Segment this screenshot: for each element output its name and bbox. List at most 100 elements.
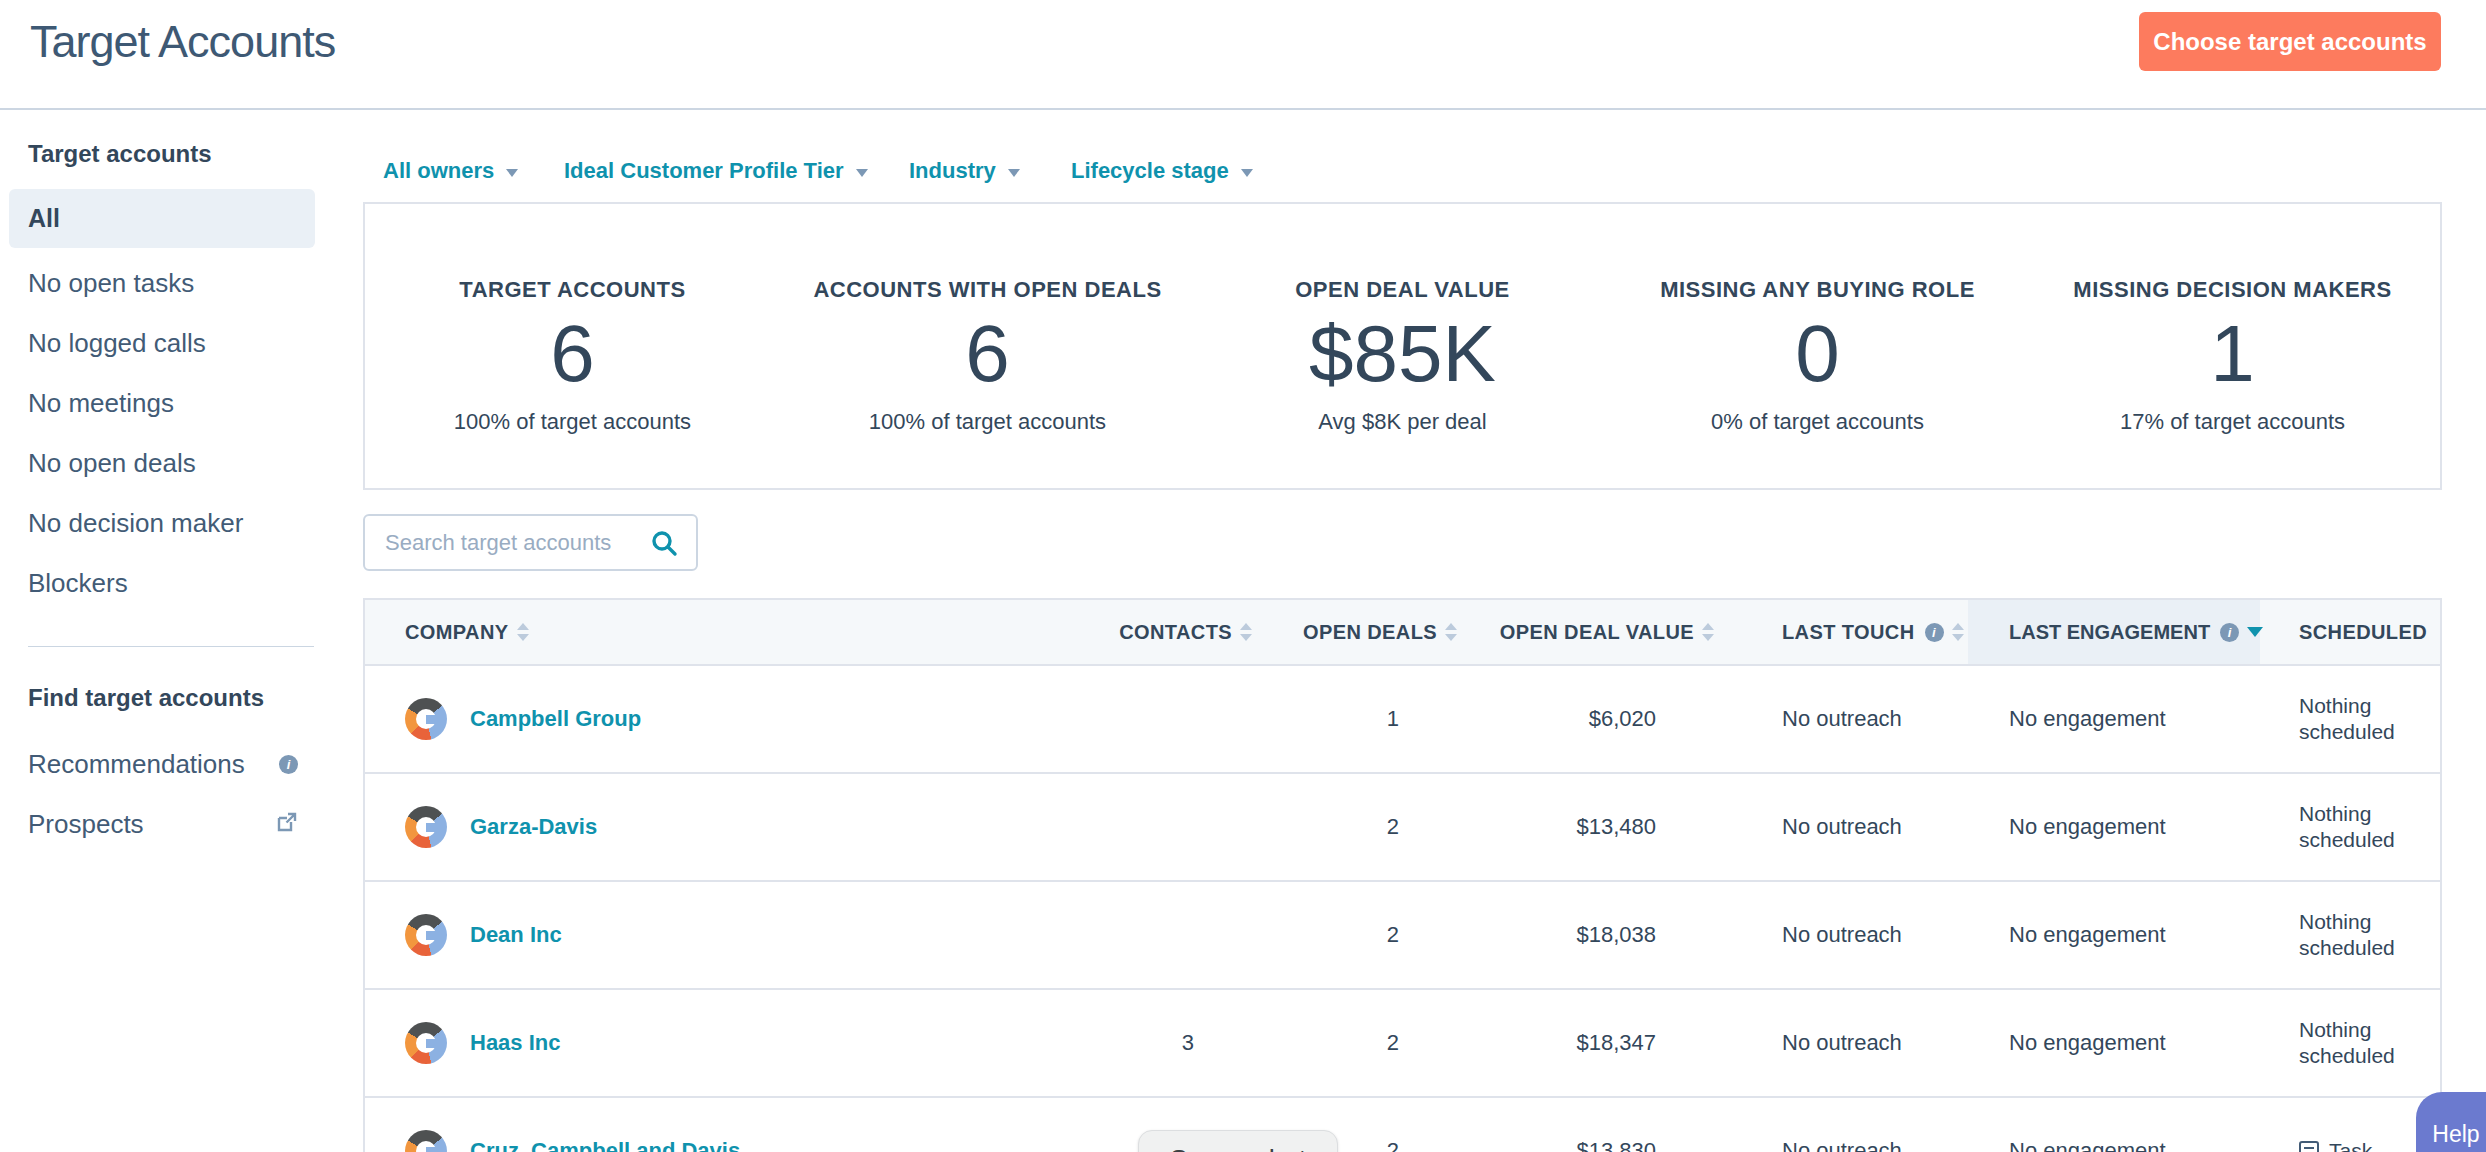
column-header-company[interactable]: COMPANY (365, 600, 1014, 664)
sidebar-item-blockers[interactable]: Blockers (0, 553, 363, 613)
open-deals-cell-value: 2 (1387, 1030, 1399, 1056)
sidebar-link-recommendations[interactable]: Recommendationsi (0, 734, 298, 794)
sidebar-item-no-decision-maker[interactable]: No decision maker (0, 493, 363, 553)
sidebar-item-no-meetings[interactable]: No meetings (0, 373, 363, 433)
open-deals-cell: 2 (1264, 990, 1469, 1096)
dropdown-caret-icon (506, 169, 518, 177)
scheduled-value: Nothing scheduled (2299, 801, 2409, 853)
sidebar-item-label: No logged calls (28, 328, 206, 359)
sidebar-link-label: Prospects (28, 809, 276, 840)
last-touch-cell-value: No outreach (1782, 1138, 1902, 1152)
stat-4: MISSING DECISION MAKERS117% of target ac… (2025, 204, 2440, 488)
table-row: Dean Inc2$18,038No outreachNo engagement… (365, 882, 2440, 990)
company-link[interactable]: Garza-Davis (470, 814, 597, 840)
sidebar-item-all[interactable]: All (9, 189, 315, 248)
sidebar-item-no-open-deals[interactable]: No open deals (0, 433, 363, 493)
filter-lifecycle-stage[interactable]: Lifecycle stage (1071, 158, 1253, 184)
search-icon[interactable] (650, 529, 678, 557)
stat-label: MISSING ANY BUYING ROLE (1610, 279, 2025, 301)
open-deals-cell: 2 (1264, 882, 1469, 988)
column-header-last-touch[interactable]: LAST TOUCHi (1726, 600, 1968, 664)
sidebar-item-no-open-tasks[interactable]: No open tasks (0, 253, 363, 313)
column-header-open-deal-value[interactable]: OPEN DEAL VALUE (1469, 600, 1726, 664)
contacts-cell (1014, 666, 1264, 772)
last-engagement-cell: No engagement (1968, 774, 2260, 880)
column-header-contacts[interactable]: CONTACTS (1014, 600, 1264, 664)
stat-subtext: 100% of target accounts (780, 409, 1195, 435)
screenshot-chip[interactable]: Screenshot (1138, 1130, 1338, 1152)
help-button-label: Help (2432, 1121, 2479, 1148)
company-logo-icon (405, 1022, 447, 1064)
filter-all-owners[interactable]: All owners (383, 158, 518, 184)
top-header: Target Accounts Choose target accounts (0, 0, 2486, 110)
scheduled-cell: Nothing scheduled (2260, 666, 2440, 772)
sort-arrows-icon[interactable] (1952, 623, 1964, 641)
filter-label: All owners (383, 158, 494, 184)
open-deal-value-cell: $6,020 (1469, 666, 1726, 772)
table-header-row: COMPANYCONTACTSOPEN DEALS OPEN DEAL VALUE… (365, 600, 2440, 666)
company-link[interactable]: Campbell Group (470, 706, 641, 732)
table-row: Campbell Group1$6,020No outreachNo engag… (365, 666, 2440, 774)
open-deals-cell-value: 2 (1387, 814, 1399, 840)
column-header-open-deals[interactable]: OPEN DEALS (1264, 600, 1469, 664)
filter-ideal-customer-profile-tier[interactable]: Ideal Customer Profile Tier (564, 158, 868, 184)
column-header-label: OPEN DEAL VALUE (1500, 621, 1694, 644)
sort-arrows-icon[interactable] (1445, 623, 1457, 641)
contacts-cell (1014, 882, 1264, 988)
sidebar-item-label: No open tasks (28, 268, 194, 299)
sidebar-link-label: Recommendations (28, 749, 279, 780)
last-touch-cell: No outreach (1726, 774, 1968, 880)
stat-value: 0 (1610, 314, 2025, 394)
table-row: Cruz, Campbell and Davis2$13,830No outre… (365, 1098, 2440, 1152)
dropdown-caret-icon (1241, 169, 1253, 177)
sort-down-icon (1702, 634, 1714, 641)
column-header-label: LAST ENGAGEMENT (2009, 621, 2210, 644)
last-touch-cell-value: No outreach (1782, 1030, 1902, 1056)
company-logo-icon (405, 1130, 447, 1152)
stats-card: TARGET ACCOUNTS6100% of target accountsA… (363, 202, 2442, 490)
scheduled-task-label: Task (2329, 1138, 2372, 1152)
choose-target-accounts-button[interactable]: Choose target accounts (2139, 12, 2441, 71)
sidebar-item-no-logged-calls[interactable]: No logged calls (0, 313, 363, 373)
stat-0: TARGET ACCOUNTS6100% of target accounts (365, 204, 780, 488)
sort-up-icon (1445, 623, 1457, 630)
info-icon: i (279, 755, 298, 774)
column-header-scheduled: SCHEDULED (2260, 600, 2440, 664)
company-cell: Dean Inc (365, 882, 1014, 988)
dropdown-caret-icon (1008, 169, 1020, 177)
filter-label: Ideal Customer Profile Tier (564, 158, 844, 184)
table-row: Haas Inc32$18,347No outreachNo engagemen… (365, 990, 2440, 1098)
sort-arrows-icon[interactable] (1702, 623, 1714, 641)
company-link[interactable]: Cruz, Campbell and Davis (470, 1138, 740, 1152)
stat-3: MISSING ANY BUYING ROLE00% of target acc… (1610, 204, 2025, 488)
scheduled-task[interactable]: Task (2299, 1138, 2372, 1152)
company-cell: Campbell Group (365, 666, 1014, 772)
company-link[interactable]: Haas Inc (470, 1030, 561, 1056)
company-cell: Haas Inc (365, 990, 1014, 1096)
help-button[interactable]: Help (2416, 1092, 2486, 1152)
open-deals-cell: 1 (1264, 666, 1469, 772)
stat-label: ACCOUNTS WITH OPEN DEALS (780, 279, 1195, 301)
column-header-label: LAST TOUCH (1782, 621, 1915, 644)
open-deal-value-cell-value: $18,038 (1576, 922, 1656, 948)
table-row: Garza-Davis2$13,480No outreachNo engagem… (365, 774, 2440, 882)
open-deal-value-cell: $18,038 (1469, 882, 1726, 988)
sidebar-link-prospects[interactable]: Prospects (0, 794, 298, 854)
scheduled-cell: Task (2260, 1098, 2440, 1152)
column-header-last-engagement[interactable]: LAST ENGAGEMENTi (1968, 600, 2260, 664)
scheduled-cell: Nothing scheduled (2260, 882, 2440, 988)
sidebar: Target accounts AllNo open tasksNo logge… (0, 110, 363, 854)
open-deal-value-cell-value: $18,347 (1576, 1030, 1656, 1056)
company-link[interactable]: Dean Inc (470, 922, 562, 948)
sort-arrows-icon[interactable] (1240, 623, 1252, 641)
sort-up-icon (517, 623, 529, 630)
sidebar-section-title-find-target-accounts: Find target accounts (28, 686, 363, 710)
search-input[interactable] (385, 530, 650, 556)
stat-value: 1 (2025, 314, 2440, 394)
scheduled-cell: Nothing scheduled (2260, 774, 2440, 880)
last-touch-cell: No outreach (1726, 990, 1968, 1096)
company-logo-icon (405, 698, 447, 740)
external-link-icon (276, 809, 298, 840)
sort-arrows-icon[interactable] (517, 623, 529, 641)
filter-industry[interactable]: Industry (909, 158, 1020, 184)
